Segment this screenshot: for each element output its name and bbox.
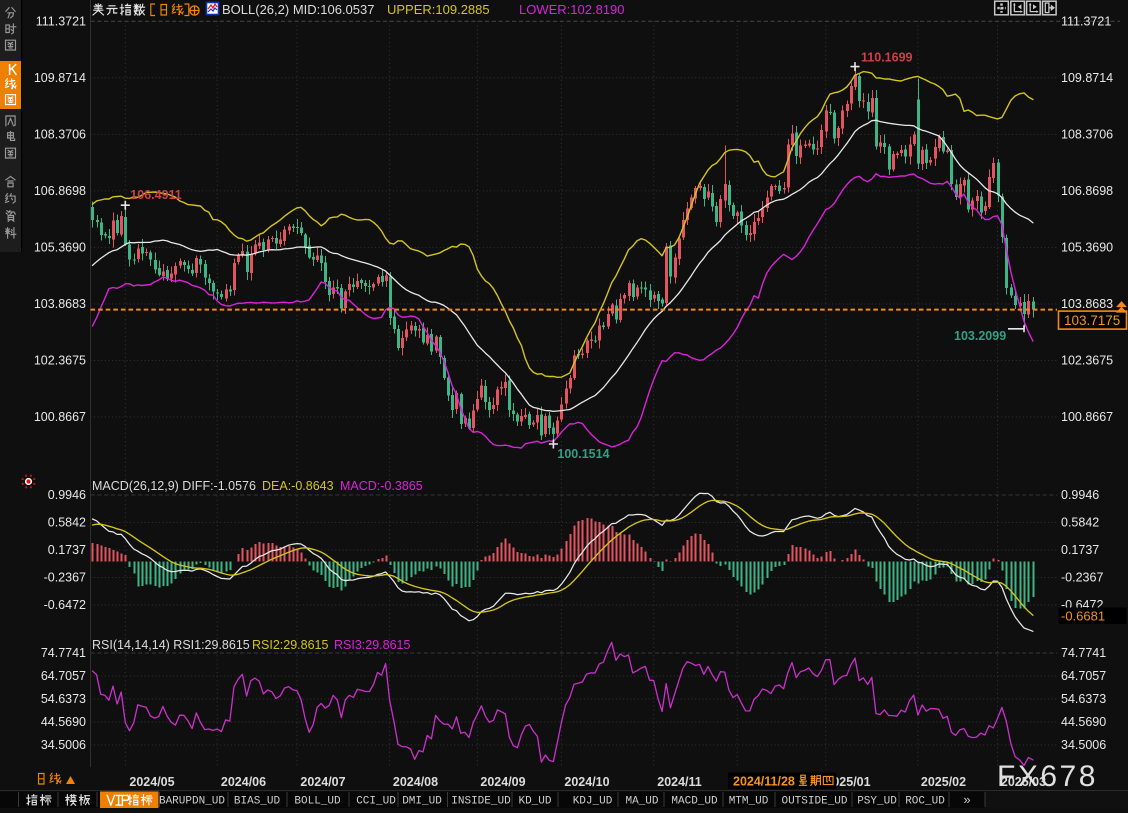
svg-text:INSIDE_UD: INSIDE_UD [451, 796, 511, 808]
svg-text:-0.2367: -0.2367 [1061, 571, 1103, 585]
svg-text:109.8714: 109.8714 [34, 71, 86, 85]
svg-text:CCI_UD: CCI_UD [356, 796, 396, 808]
svg-text:34.5006: 34.5006 [41, 738, 86, 752]
svg-text:KDJ_UD: KDJ_UD [573, 796, 613, 808]
svg-text:0.1737: 0.1737 [1061, 543, 1099, 557]
svg-text:MACD_UD: MACD_UD [671, 796, 718, 808]
svg-text:103.7175: 103.7175 [1064, 313, 1120, 328]
svg-text:RSI2:29.8615: RSI2:29.8615 [252, 638, 328, 652]
svg-text:0.5842: 0.5842 [48, 516, 86, 530]
svg-text:RSI3:29.8615: RSI3:29.8615 [334, 638, 410, 652]
svg-text:0.5842: 0.5842 [1061, 516, 1099, 530]
svg-text:PSY_UD: PSY_UD [857, 796, 897, 808]
svg-text:106.8698: 106.8698 [34, 184, 86, 198]
svg-text:106.8698: 106.8698 [1061, 184, 1113, 198]
svg-text:BOLL(26,2) MID:106.0537: BOLL(26,2) MID:106.0537 [222, 2, 374, 17]
svg-text:102.3675: 102.3675 [1061, 354, 1113, 368]
svg-text:74.7741: 74.7741 [1061, 646, 1106, 660]
svg-text:64.7057: 64.7057 [1061, 669, 1106, 683]
svg-text:2024/11/28: 2024/11/28 [733, 775, 795, 789]
svg-text:34.5006: 34.5006 [1061, 738, 1106, 752]
svg-text:RSI(14,14,14) RSI1:29.8615: RSI(14,14,14) RSI1:29.8615 [92, 638, 250, 652]
svg-text:44.5690: 44.5690 [41, 715, 86, 729]
svg-text:2024/05: 2024/05 [129, 775, 174, 789]
svg-text:54.6373: 54.6373 [41, 692, 86, 706]
svg-text:»: » [963, 792, 970, 807]
svg-text:54.6373: 54.6373 [1061, 692, 1106, 706]
svg-text:ROC_UD: ROC_UD [905, 796, 945, 808]
svg-text:100.8667: 100.8667 [1061, 410, 1113, 424]
svg-text:105.3690: 105.3690 [1061, 241, 1113, 255]
svg-text:MACD:-0.3865: MACD:-0.3865 [340, 479, 423, 493]
svg-text:LOWER:102.8190: LOWER:102.8190 [519, 2, 625, 17]
svg-text:BARUPDN_UD: BARUPDN_UD [159, 796, 225, 808]
svg-text:0.9946: 0.9946 [48, 488, 86, 502]
svg-text:44.5690: 44.5690 [1061, 715, 1106, 729]
svg-text:110.1699: 110.1699 [861, 51, 912, 65]
svg-text:-0.6472: -0.6472 [44, 598, 86, 612]
svg-text:0.1737: 0.1737 [48, 543, 86, 557]
svg-text:BOLL_UD: BOLL_UD [294, 796, 341, 808]
svg-text:0.9946: 0.9946 [1061, 488, 1099, 502]
svg-text:DMI_UD: DMI_UD [402, 796, 442, 808]
svg-text:-0.6681: -0.6681 [1061, 608, 1105, 623]
svg-text:100.8667: 100.8667 [34, 410, 86, 424]
svg-text:2024/10: 2024/10 [564, 775, 609, 789]
svg-text:MA_UD: MA_UD [625, 796, 658, 808]
svg-text:UPPER:109.2885: UPPER:109.2885 [387, 2, 490, 17]
svg-text:KD_UD: KD_UD [518, 796, 551, 808]
svg-text:109.8714: 109.8714 [1061, 71, 1113, 85]
svg-text:111.3721: 111.3721 [1061, 15, 1111, 29]
svg-text:74.7741: 74.7741 [41, 646, 86, 660]
svg-text:103.2099: 103.2099 [954, 329, 1006, 343]
svg-text:-0.2367: -0.2367 [44, 571, 86, 585]
svg-text:2024/09: 2024/09 [480, 775, 525, 789]
svg-text:105.3690: 105.3690 [34, 241, 86, 255]
svg-text:108.3706: 108.3706 [1061, 128, 1113, 142]
svg-text:106.4911: 106.4911 [130, 188, 181, 202]
svg-text:MTM_UD: MTM_UD [729, 796, 769, 808]
svg-text:FX678: FX678 [997, 760, 1098, 793]
svg-text:MACD(26,12,9) DIFF:-1.0576: MACD(26,12,9) DIFF:-1.0576 [92, 479, 256, 493]
svg-text:102.3675: 102.3675 [34, 354, 86, 368]
svg-text:OUTSIDE_UD: OUTSIDE_UD [781, 796, 847, 808]
svg-text:2024/11: 2024/11 [657, 775, 702, 789]
svg-text:103.8683: 103.8683 [34, 297, 86, 311]
svg-text:108.3706: 108.3706 [34, 128, 86, 142]
svg-text:2024/08: 2024/08 [393, 775, 438, 789]
svg-text:64.7057: 64.7057 [41, 669, 86, 683]
svg-text:2025/02: 2025/02 [921, 775, 966, 789]
svg-text:2024/07: 2024/07 [300, 775, 345, 789]
svg-text:103.8683: 103.8683 [1061, 297, 1113, 311]
svg-text:111.3721: 111.3721 [36, 15, 86, 29]
svg-text:DEA:-0.8643: DEA:-0.8643 [262, 479, 334, 493]
svg-text:2024/06: 2024/06 [221, 775, 266, 789]
svg-text:100.1514: 100.1514 [557, 447, 609, 461]
svg-text:BIAS_UD: BIAS_UD [234, 796, 281, 808]
